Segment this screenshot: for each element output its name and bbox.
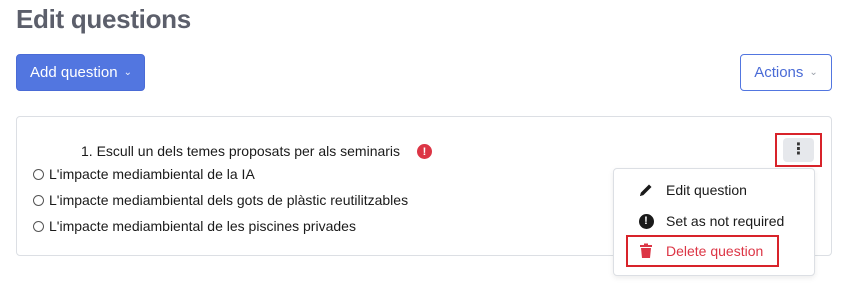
trash-icon — [636, 243, 656, 259]
answer-option[interactable]: L'impacte mediambiental de les piscines … — [33, 218, 356, 234]
question-menu-button-highlight: ⋮ — [775, 133, 822, 167]
radio-button[interactable] — [33, 168, 44, 180]
chevron-down-icon: ⌄ — [809, 67, 818, 78]
add-question-button[interactable]: Add question ⌄ — [16, 54, 145, 91]
answer-option-label: L'impacte mediambiental dels gots de plà… — [49, 192, 409, 208]
radio-button[interactable] — [33, 194, 44, 206]
exclamation-circle-icon: ! — [636, 213, 656, 229]
menu-item-label: Edit question — [666, 182, 747, 198]
more-vertical-icon[interactable]: ⋮ — [783, 138, 814, 162]
required-alert-icon: ! — [417, 144, 432, 159]
add-question-label: Add question — [30, 64, 118, 81]
menu-item-delete-question[interactable]: Delete question — [636, 243, 763, 259]
question-text: 1. Escull un dels temes proposats per al… — [81, 143, 401, 159]
page-title: Edit questions — [16, 4, 191, 34]
actions-label: Actions — [754, 64, 804, 81]
menu-item-label: Set as not required — [666, 213, 785, 229]
chevron-down-icon: ⌄ — [123, 67, 132, 78]
pencil-icon — [636, 182, 656, 198]
actions-button[interactable]: Actions ⌄ — [740, 54, 832, 91]
menu-item-set-not-required[interactable]: ! Set as not required — [636, 213, 784, 229]
answer-option-label: L'impacte mediambiental de la IA — [49, 166, 255, 182]
answer-option[interactable]: L'impacte mediambiental dels gots de plà… — [33, 192, 408, 208]
answer-option[interactable]: L'impacte mediambiental de la IA — [33, 166, 255, 182]
radio-button[interactable] — [33, 220, 44, 232]
menu-item-label: Delete question — [666, 243, 764, 259]
answer-option-label: L'impacte mediambiental de les piscines … — [49, 218, 356, 234]
menu-item-edit-question[interactable]: Edit question — [636, 182, 747, 198]
